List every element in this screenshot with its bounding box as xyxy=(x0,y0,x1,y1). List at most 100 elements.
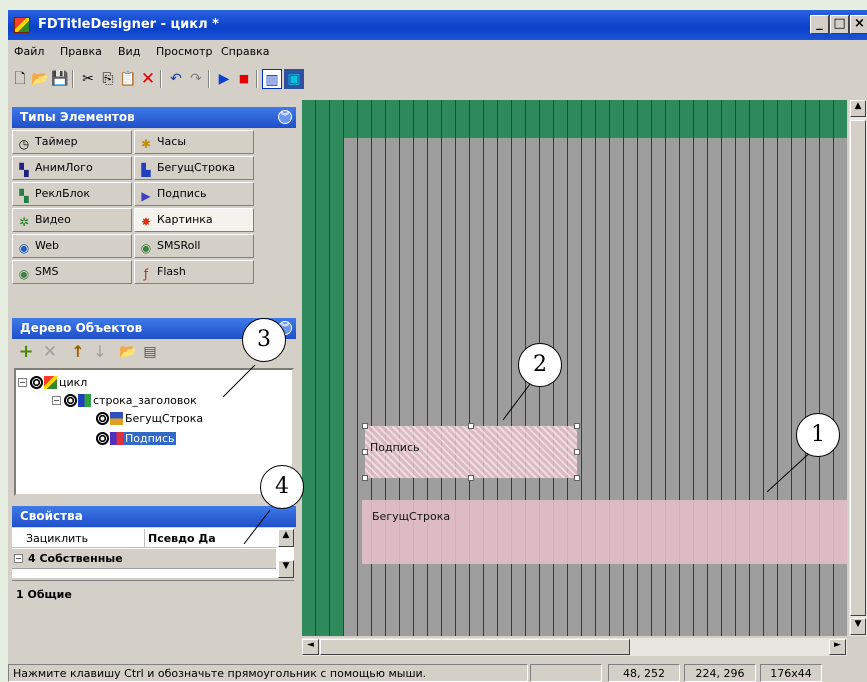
status-bar: Нажмите клавишу Ctrl и обозначьте прямоу… xyxy=(8,662,867,682)
resize-handle[interactable] xyxy=(362,449,368,455)
element-type-button[interactable]: ◷ Таймер xyxy=(12,130,132,154)
paste-icon[interactable]: 📋 xyxy=(118,69,138,89)
element-type-button[interactable]: ▚ АнимЛого xyxy=(12,156,132,180)
collapse-toggle[interactable]: − xyxy=(52,396,61,405)
play-icon[interactable]: ▶ xyxy=(214,69,234,89)
toolbar-separator xyxy=(160,70,162,88)
scroll-up-arrow-icon[interactable]: ▲ xyxy=(850,100,866,117)
grid-view-icon[interactable]: ▥ xyxy=(262,69,282,89)
scroll-left-arrow-icon[interactable]: ◄ xyxy=(302,639,319,655)
save-object-icon[interactable]: ▤ xyxy=(140,342,160,362)
open-object-icon[interactable]: 📂 xyxy=(118,342,138,362)
scroll-thumb[interactable] xyxy=(850,120,866,616)
toolbar-separator xyxy=(208,70,210,88)
timer-icon: ◷ xyxy=(18,137,30,151)
tree-node-caption[interactable]: Подпись xyxy=(96,432,177,445)
vertical-scrollbar[interactable]: ▲ ▼ xyxy=(849,100,867,636)
tree-node-title-line[interactable]: − строка_заголовок xyxy=(52,394,199,407)
tree-node-label: Подпись xyxy=(123,432,177,445)
move-up-icon[interactable]: ↑ xyxy=(68,342,88,362)
resize-handle[interactable] xyxy=(574,449,580,455)
element-type-button[interactable]: ƒ Flash xyxy=(134,260,254,284)
element-types-title: Типы Элементов xyxy=(20,110,135,124)
maximize-button[interactable]: □ xyxy=(830,15,849,34)
cut-icon[interactable]: ✂ xyxy=(78,69,98,89)
collapse-toggle[interactable]: − xyxy=(18,378,27,387)
add-icon[interactable]: + xyxy=(16,342,36,362)
web-icon: ◉ xyxy=(18,241,30,255)
redo-icon[interactable]: ↷ xyxy=(186,69,206,89)
property-name: Зациклить xyxy=(26,532,89,545)
scroll-down-arrow-icon[interactable]: ▼ xyxy=(850,618,866,635)
smsroll-icon: ◉ xyxy=(140,241,152,255)
tree-node-running-line[interactable]: БегущСтрока xyxy=(96,412,205,425)
scroll-down-arrow-icon[interactable]: ▼ xyxy=(278,560,294,578)
app-icon xyxy=(14,17,30,33)
menu-help[interactable]: Справка xyxy=(221,45,269,58)
collapse-chevron-icon[interactable]: ︾ xyxy=(278,110,292,124)
general-section-label: 1 Общие xyxy=(16,588,72,601)
element-type-button[interactable]: ◉ SMS xyxy=(12,260,132,284)
undo-icon[interactable]: ↶ xyxy=(166,69,186,89)
close-button[interactable]: × xyxy=(850,15,867,34)
resize-handle[interactable] xyxy=(468,475,474,481)
visibility-eye-icon[interactable] xyxy=(96,432,109,445)
tree-node-label: цикл xyxy=(59,376,88,389)
visibility-eye-icon[interactable] xyxy=(64,394,77,407)
property-value[interactable]: Псевдо Да xyxy=(148,532,216,545)
title-bar[interactable]: FDTitleDesigner - цикл * _ □ × xyxy=(8,10,867,40)
tree-node-cycle[interactable]: − цикл xyxy=(18,376,89,389)
design-canvas[interactable]: Подпись БегущСтрока xyxy=(302,100,847,636)
scroll-right-arrow-icon[interactable]: ► xyxy=(829,639,846,655)
picture-icon: ✸ xyxy=(140,215,152,229)
element-type-button[interactable]: ▶ Подпись xyxy=(134,182,254,206)
menu-view[interactable]: Вид xyxy=(118,45,140,58)
new-file-icon[interactable]: 🗋 xyxy=(10,69,30,89)
cycle-icon xyxy=(44,376,57,389)
element-type-button[interactable]: ▙ БегущСтрока xyxy=(134,156,254,180)
toolbar: 🗋 📂 💾 ✂ ⎘ 📋 ✕ ↶ ↷ ▶ ■ ▥ ▣ xyxy=(8,64,867,94)
menu-preview[interactable]: Просмотр xyxy=(156,45,212,58)
element-type-label: Картинка xyxy=(157,213,213,226)
copy-icon[interactable]: ⎘ xyxy=(98,69,118,89)
resize-handle[interactable] xyxy=(468,423,474,429)
scroll-up-arrow-icon[interactable]: ▲ xyxy=(278,529,294,547)
scroll-thumb[interactable] xyxy=(320,639,630,655)
window-title: FDTitleDesigner - цикл * xyxy=(38,17,219,32)
visibility-eye-icon[interactable] xyxy=(30,376,43,389)
minimize-button[interactable]: _ xyxy=(810,15,829,34)
move-down-icon[interactable]: ↓ xyxy=(90,342,110,362)
element-type-button[interactable]: ▚ РеклБлок xyxy=(12,182,132,206)
open-folder-icon[interactable]: 📂 xyxy=(30,69,50,89)
resize-handle[interactable] xyxy=(574,475,580,481)
frame-view-icon[interactable]: ▣ xyxy=(284,69,304,89)
element-type-button[interactable]: ✱ Часы xyxy=(134,130,254,154)
visibility-eye-icon[interactable] xyxy=(96,412,109,425)
stop-icon[interactable]: ■ xyxy=(234,69,254,89)
canvas-top-margin xyxy=(302,100,847,138)
element-type-button[interactable]: ◉ SMSRoll xyxy=(134,234,254,258)
property-divider xyxy=(144,529,145,548)
element-type-button[interactable]: ◉ Web xyxy=(12,234,132,258)
element-type-button[interactable]: ✸ Картинка xyxy=(134,208,254,232)
resize-handle[interactable] xyxy=(574,423,580,429)
property-row[interactable]: Зациклить Псевдо Да xyxy=(12,529,276,548)
save-icon[interactable]: 💾 xyxy=(50,69,70,89)
menu-file[interactable]: Файл xyxy=(14,45,44,58)
resize-handle[interactable] xyxy=(362,475,368,481)
element-type-label: SMSRoll xyxy=(157,239,201,252)
status-size: 176x44 xyxy=(760,664,822,682)
element-type-label: Таймер xyxy=(35,135,78,148)
status-coords: 48, 252 xyxy=(608,664,680,682)
horizontal-scrollbar[interactable]: ◄ ► xyxy=(302,638,847,656)
resize-handle[interactable] xyxy=(362,423,368,429)
properties-header[interactable]: Свойства xyxy=(12,506,296,527)
delete-icon[interactable]: ✕ xyxy=(138,69,158,89)
collapse-toggle[interactable]: − xyxy=(14,554,23,563)
property-group[interactable]: − 4 Собственные xyxy=(12,549,276,569)
element-types-header[interactable]: Типы Элементов ︾ xyxy=(12,107,296,128)
element-type-button[interactable]: ✲ Видео xyxy=(12,208,132,232)
menu-edit[interactable]: Правка xyxy=(60,45,102,58)
status-corner: 224, 296 xyxy=(684,664,756,682)
remove-icon[interactable]: ✕ xyxy=(40,342,60,362)
